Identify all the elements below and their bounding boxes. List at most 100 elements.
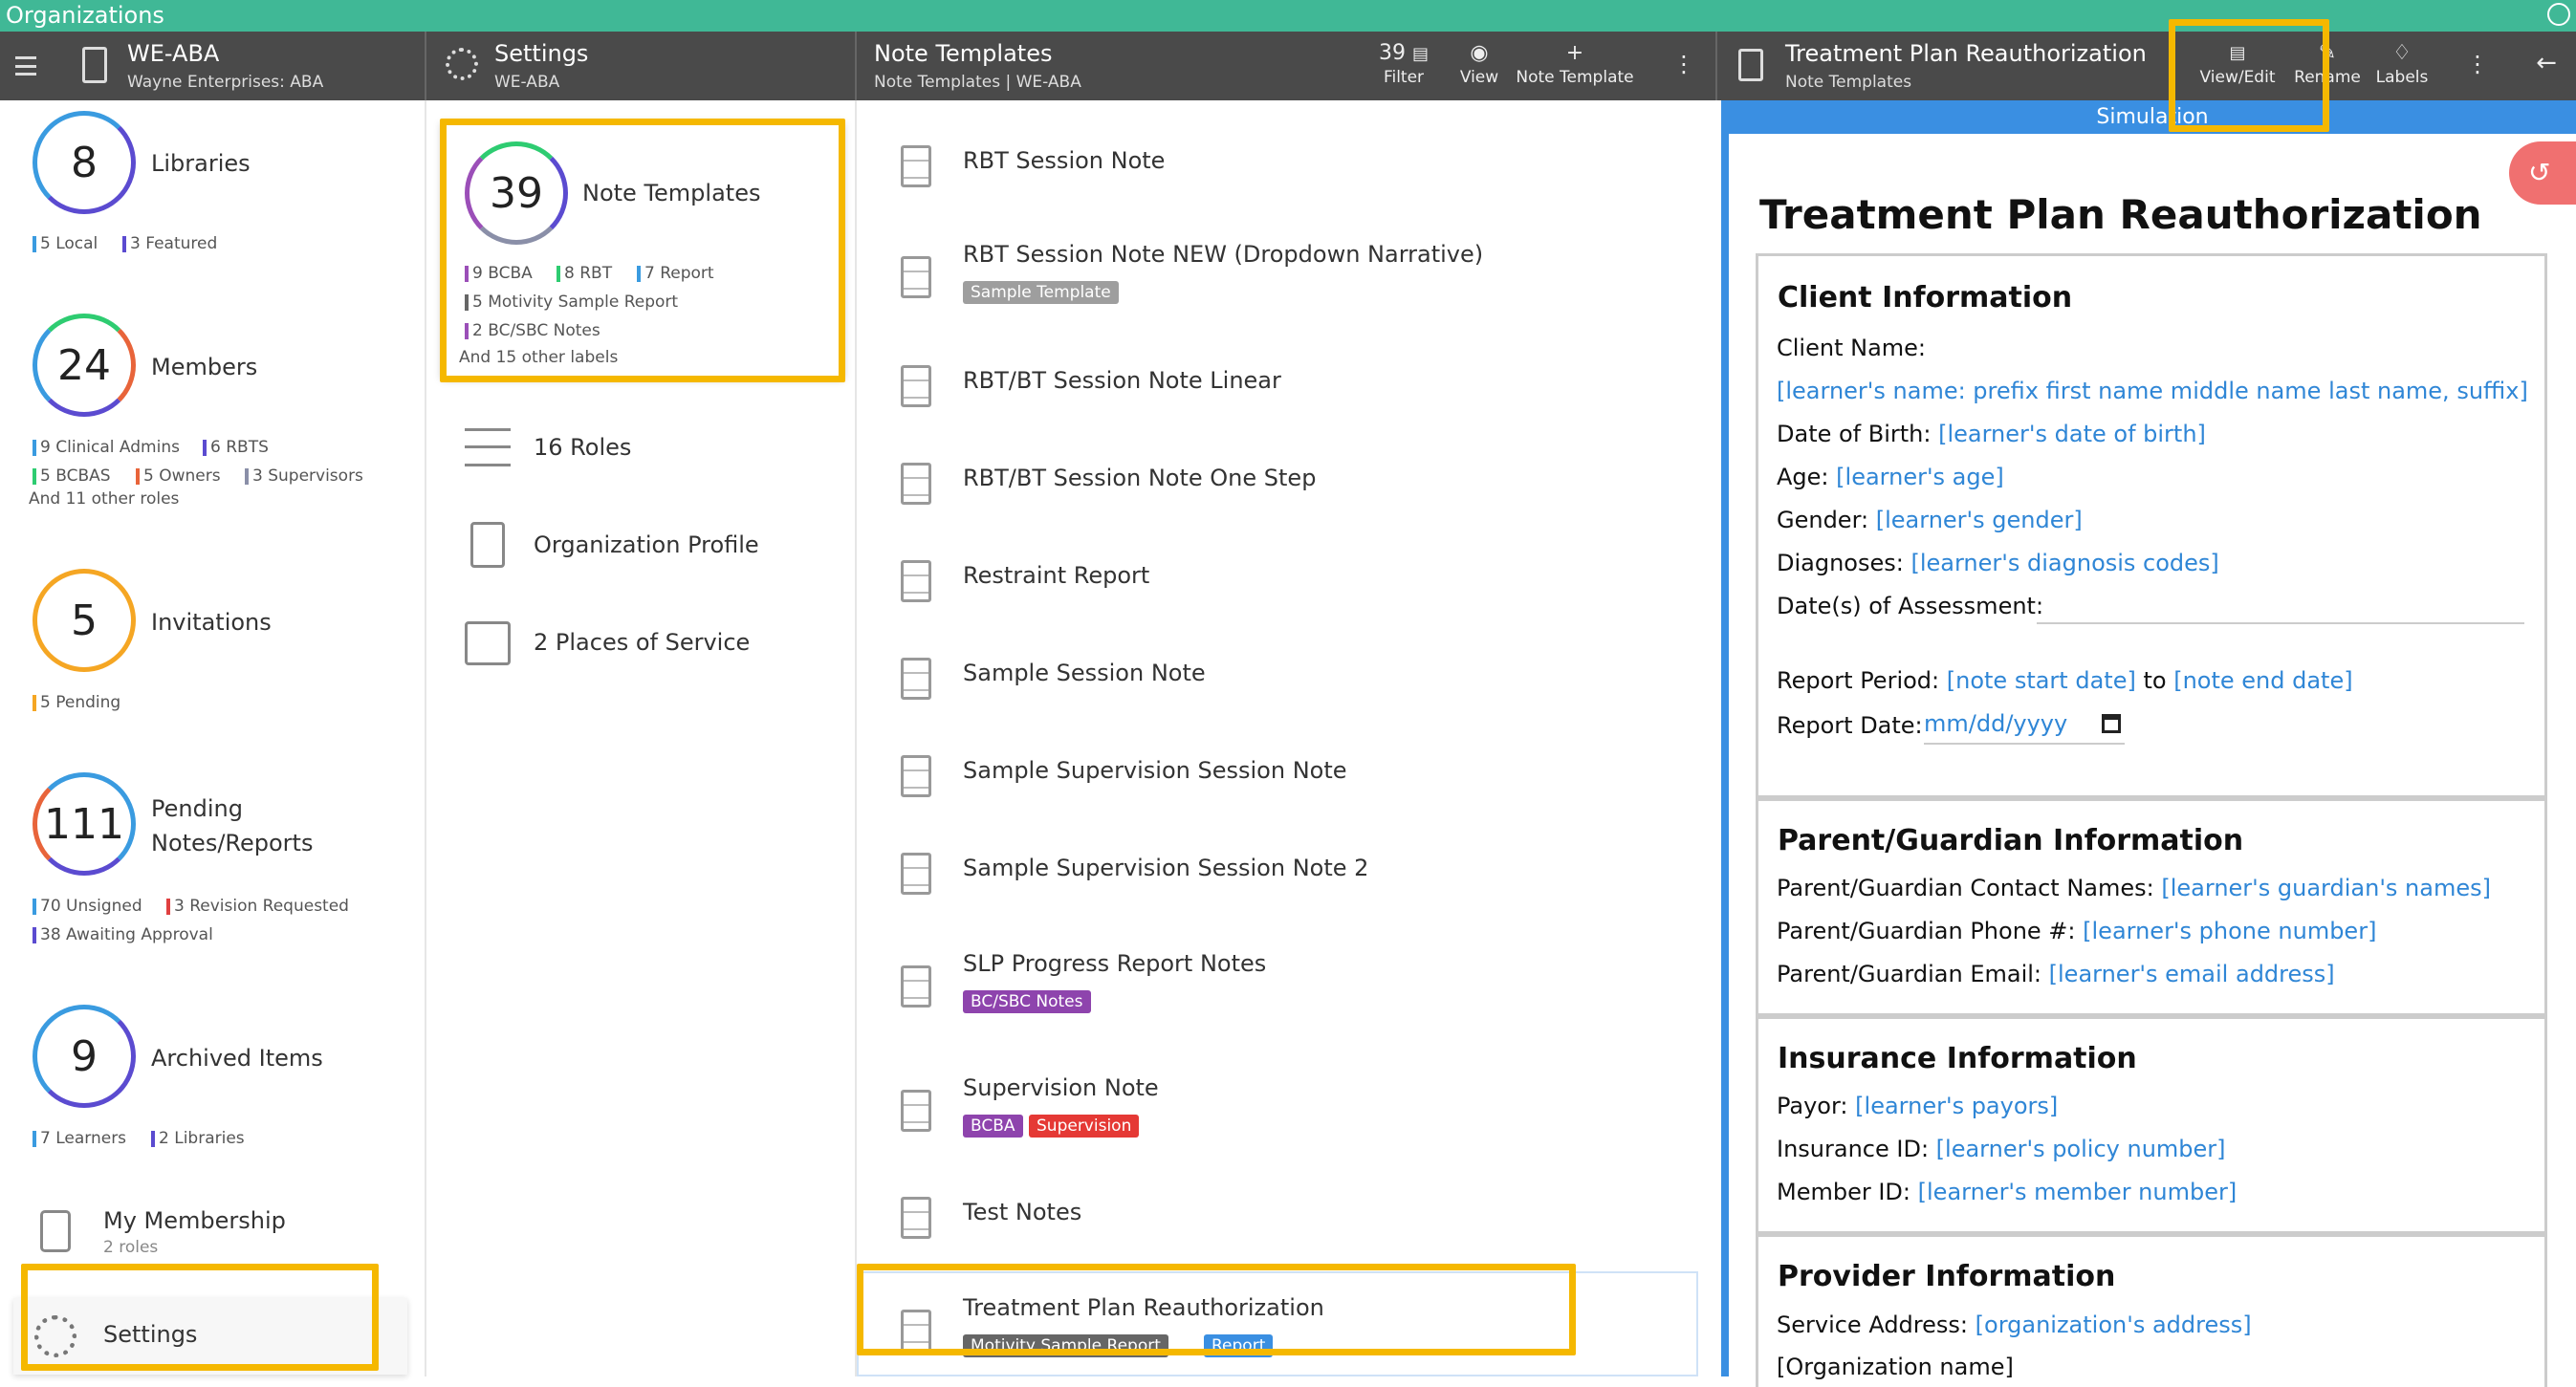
client-info-heading: Client Information: [1778, 281, 2073, 314]
template-name: RBT/BT Session Note Linear: [963, 367, 1281, 394]
provider-heading: Provider Information: [1778, 1260, 2116, 1293]
undo-button[interactable]: ↺: [2509, 141, 2576, 205]
id-badge-icon: [40, 1210, 71, 1252]
template-list-item[interactable]: [857, 218, 1715, 323]
template-name: Sample Supervision Session Note: [963, 757, 1347, 784]
tag-supervisors: 3 Supervisors: [245, 466, 363, 486]
doc-title: Treatment Plan Reauthorization: [1785, 40, 2147, 67]
tag-revision: 3 Revision Requested: [166, 897, 349, 916]
back-arrow-icon[interactable]: ←: [2532, 49, 2561, 77]
template-name: Test Notes: [963, 1199, 1082, 1225]
plus-icon: +: [1565, 41, 1584, 65]
membership-sub: 2 roles: [103, 1238, 159, 1257]
gear-icon: [446, 48, 478, 80]
invitations-count: 5: [33, 569, 136, 672]
template-name: Sample Session Note: [963, 660, 1206, 686]
client-name-value[interactable]: [learner's name: prefix first name middl…: [1777, 378, 2528, 404]
document-icon: [901, 145, 931, 187]
guardian-names-value[interactable]: [learner's guardian's names]: [2161, 875, 2491, 901]
period-end-value[interactable]: [note end date]: [2173, 667, 2352, 694]
diagnoses-label: Diagnoses:: [1777, 550, 1904, 576]
period-to: to: [2143, 667, 2167, 694]
members-count: 24: [33, 314, 136, 417]
document-icon: [901, 1090, 931, 1132]
insurance-id-label: Insurance ID:: [1777, 1136, 1930, 1162]
template-badge: Supervision: [1029, 1115, 1140, 1138]
calendar-icon[interactable]: [2102, 714, 2121, 733]
diagnoses-value[interactable]: [learner's diagnosis codes]: [1910, 550, 2218, 576]
tag-featured: 3 Featured: [122, 234, 217, 253]
age-value[interactable]: [learner's age]: [1836, 464, 2004, 490]
tag-owners: 5 Owners: [136, 466, 221, 486]
age-label: Age:: [1777, 464, 1829, 490]
template-name: Sample Supervision Session Note 2: [963, 855, 1369, 881]
pending-count: 111: [33, 772, 136, 876]
members-label: Members: [151, 354, 258, 380]
building-icon: [470, 522, 505, 568]
guardian-phone-value[interactable]: [learner's phone number]: [2083, 918, 2376, 944]
highlight-settings: [21, 1264, 379, 1371]
highlight-treatment-plan: [857, 1264, 1576, 1355]
insurance-id-value[interactable]: [learner's policy number]: [1936, 1136, 2226, 1162]
help-icon[interactable]: [2547, 3, 2570, 26]
menu-icon[interactable]: [15, 56, 36, 76]
document-icon: [1738, 49, 1763, 81]
payor-value[interactable]: [learner's payors]: [1855, 1093, 2058, 1119]
archived-count: 9: [33, 1005, 136, 1108]
insurance-heading: Insurance Information: [1778, 1042, 2137, 1075]
gender-value[interactable]: [learner's gender]: [1876, 507, 2083, 533]
payor-label: Payor:: [1777, 1093, 1848, 1119]
places-label: 2 Places of Service: [534, 629, 751, 656]
filter-button[interactable]: 39 ▤ Filter: [1364, 39, 1444, 87]
membership-label: My Membership: [103, 1207, 286, 1234]
tag-awaiting: 38 Awaiting Approval: [33, 925, 213, 944]
highlight-view-edit: [2169, 19, 2329, 132]
gender-label: Gender:: [1777, 507, 1869, 533]
column-divider: [425, 100, 426, 1376]
templates-subtitle: Note Templates | WE-ABA: [874, 73, 1081, 92]
org-name[interactable]: WE-ABA: [127, 40, 219, 67]
topbar-title: Organizations: [6, 2, 164, 29]
service-address-label: Service Address:: [1777, 1311, 1968, 1338]
period-start-value[interactable]: [note start date]: [1947, 667, 2136, 694]
assessment-input[interactable]: [2037, 622, 2524, 624]
tag-pending: 5 Pending: [33, 693, 120, 712]
tag-local: 5 Local: [33, 234, 98, 253]
labels-button[interactable]: ♢ Labels: [2368, 39, 2436, 87]
members-more: And 11 other roles: [29, 489, 180, 509]
member-id-value[interactable]: [learner's member number]: [1918, 1179, 2238, 1205]
template-list-item[interactable]: [857, 1051, 1715, 1157]
buildings-icon: [465, 621, 511, 665]
guardian-names-label: Parent/Guardian Contact Names:: [1777, 875, 2154, 901]
org-subtitle: Wayne Enterprises: ABA: [127, 73, 324, 92]
roles-label: 16 Roles: [534, 434, 632, 461]
more-icon[interactable]: ⋮: [1670, 51, 1698, 77]
assessment-label: Date(s) of Assessment:: [1777, 593, 2044, 619]
report-date-placeholder: mm/dd/yyyy: [1924, 710, 2068, 737]
templates-header: Note Templates Note Templates | WE-ABA 3…: [857, 32, 1715, 100]
template-list-item[interactable]: [857, 927, 1715, 1032]
template-badge: Sample Template: [963, 281, 1119, 304]
sliders-icon: [465, 428, 511, 466]
guardian-email-label: Parent/Guardian Email:: [1777, 961, 2041, 987]
document-icon: [901, 463, 931, 505]
report-date-input[interactable]: mm/dd/yyyy: [1924, 710, 2125, 745]
guardian-phone-label: Parent/Guardian Phone #:: [1777, 918, 2076, 944]
dob-label: Date of Birth:: [1777, 421, 1932, 447]
document-icon: [901, 560, 931, 602]
add-template-label: Note Template: [1516, 68, 1634, 87]
settings-title: Settings: [494, 40, 589, 67]
template-name: RBT/BT Session Note One Step: [963, 465, 1317, 491]
report-date-label: Report Date:: [1777, 712, 1923, 739]
tag-rbts: 6 RBTS: [203, 438, 269, 457]
guardian-email-value[interactable]: [learner's email address]: [2049, 961, 2335, 987]
simulation-banner: Simulation: [2096, 105, 2209, 129]
dob-value[interactable]: [learner's date of birth]: [1938, 421, 2206, 447]
document-title: Treatment Plan Reauthorization: [1759, 191, 2482, 238]
client-name-label: Client Name:: [1777, 335, 1926, 361]
template-name: RBT Session Note NEW (Dropdown Narrative…: [963, 241, 1484, 268]
add-note-template-button[interactable]: + Note Template: [1503, 39, 1647, 87]
org-profile-label: Organization Profile: [534, 531, 759, 558]
more-icon[interactable]: ⋮: [2463, 51, 2492, 77]
service-address-value[interactable]: [organization's address]: [1976, 1311, 2252, 1338]
